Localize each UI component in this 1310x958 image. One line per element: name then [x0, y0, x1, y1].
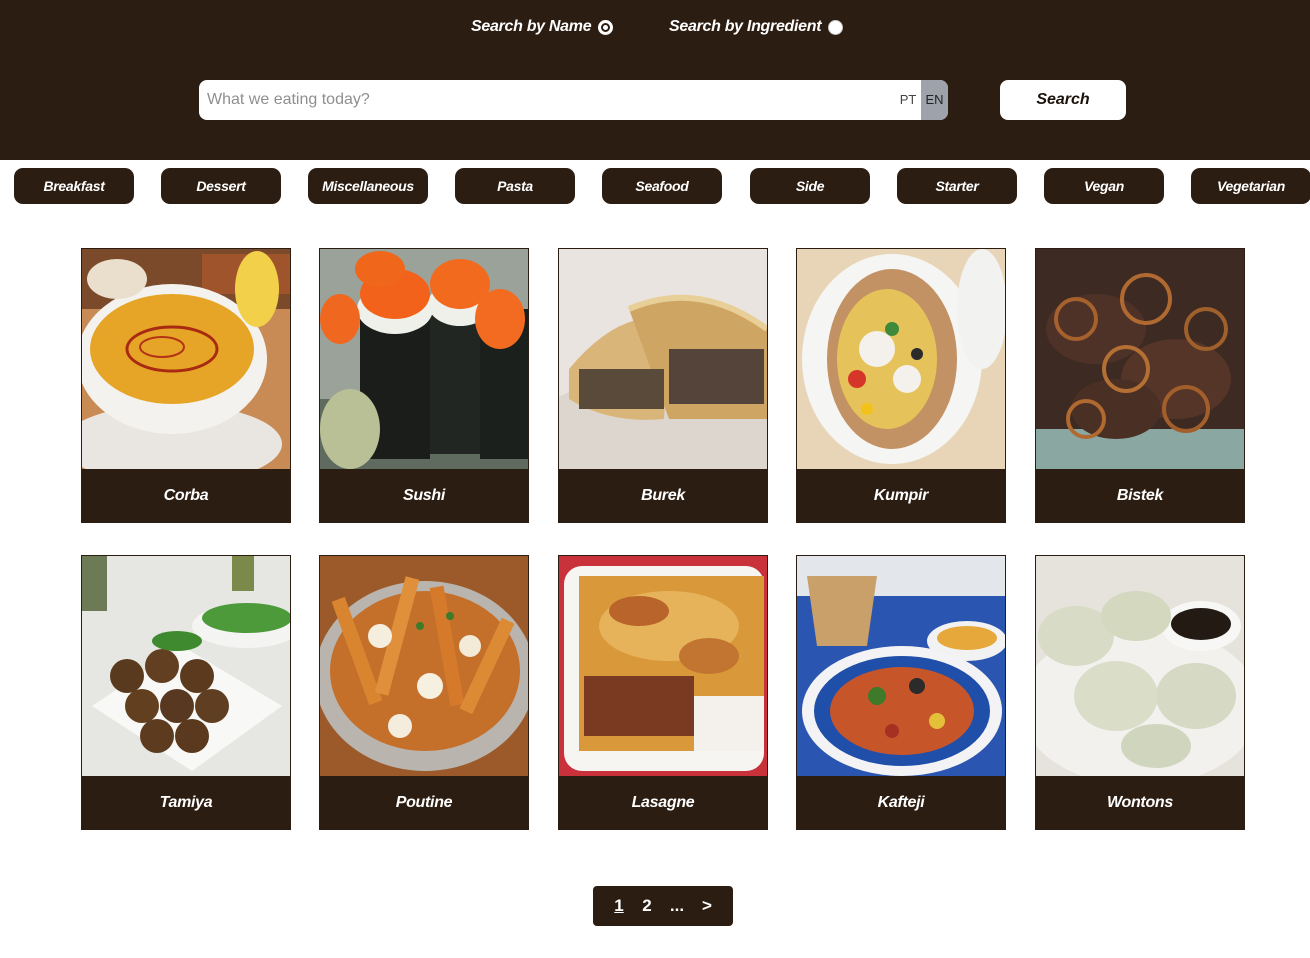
meal-card-kafteji[interactable]: Kafteji	[796, 555, 1006, 830]
meal-name: Kafteji	[877, 794, 925, 811]
meal-photo	[559, 249, 767, 469]
search-by-name-option[interactable]: Search by Name	[471, 17, 614, 37]
category-pasta[interactable]: Pasta	[455, 168, 575, 204]
meal-name: Burek	[641, 487, 685, 504]
meal-card-lasagne[interactable]: Lasagne	[558, 555, 768, 830]
meal-name: Kumpir	[873, 487, 929, 504]
meal-card-bistek[interactable]: Bistek	[1035, 248, 1245, 523]
meal-photo	[320, 556, 528, 776]
meal-card-burek[interactable]: Burek	[558, 248, 768, 523]
meal-name: Corba	[163, 487, 209, 504]
meal-photo	[1036, 249, 1244, 469]
language-en-toggle[interactable]: EN	[921, 80, 948, 120]
meal-photo	[1036, 556, 1244, 776]
meal-photo	[82, 556, 290, 776]
meal-name: Poutine	[395, 794, 453, 811]
meal-name: Tamiya	[159, 794, 213, 811]
search-input[interactable]	[199, 80, 889, 120]
search-by-ingredient-label: Search by Ingredient	[669, 18, 822, 35]
category-vegan[interactable]: Vegan	[1044, 168, 1164, 204]
category-side[interactable]: Side	[750, 168, 870, 204]
search-by-name-label: Search by Name	[471, 18, 592, 35]
meal-name: Wontons	[1106, 794, 1174, 811]
category-vegetarian[interactable]: Vegetarian	[1191, 168, 1310, 204]
search-by-ingredient-radio[interactable]	[828, 19, 844, 35]
category-starter[interactable]: Starter	[897, 168, 1017, 204]
meal-photo	[320, 249, 528, 469]
meal-name: Sushi	[402, 487, 446, 504]
pagination: 1 2 ... >	[593, 886, 733, 926]
header: Search by Name Search by Ingredient PT E…	[0, 0, 1310, 160]
search-by-ingredient-option[interactable]: Search by Ingredient	[669, 17, 844, 37]
meal-photo	[797, 556, 1005, 776]
page-2-link[interactable]: 2	[633, 896, 661, 916]
meal-photo	[82, 249, 290, 469]
meal-card-tamiya[interactable]: Tamiya	[81, 555, 291, 830]
category-dessert[interactable]: Dessert	[161, 168, 281, 204]
next-page-link[interactable]: >	[693, 896, 721, 916]
meal-photo	[559, 556, 767, 776]
category-breakfast[interactable]: Breakfast	[14, 168, 134, 204]
page-1-link[interactable]: 1	[605, 896, 633, 916]
pagination-ellipsis: ...	[669, 896, 685, 915]
meal-card-wontons[interactable]: Wontons	[1035, 555, 1245, 830]
category-seafood[interactable]: Seafood	[602, 168, 722, 204]
category-miscellaneous[interactable]: Miscellaneous	[308, 168, 428, 204]
meal-card-corba[interactable]: Corba	[81, 248, 291, 523]
search-box: PT EN	[199, 80, 948, 120]
meal-card-sushi[interactable]: Sushi	[319, 248, 529, 523]
search-button[interactable]: Search	[1000, 80, 1126, 120]
search-by-name-radio[interactable]	[598, 19, 614, 35]
language-pt-toggle[interactable]: PT	[896, 80, 920, 120]
meal-name: Bistek	[1116, 487, 1164, 504]
meal-card-kumpir[interactable]: Kumpir	[796, 248, 1006, 523]
meal-photo	[797, 249, 1005, 469]
meal-name: Lasagne	[631, 794, 695, 811]
meal-card-poutine[interactable]: Poutine	[319, 555, 529, 830]
